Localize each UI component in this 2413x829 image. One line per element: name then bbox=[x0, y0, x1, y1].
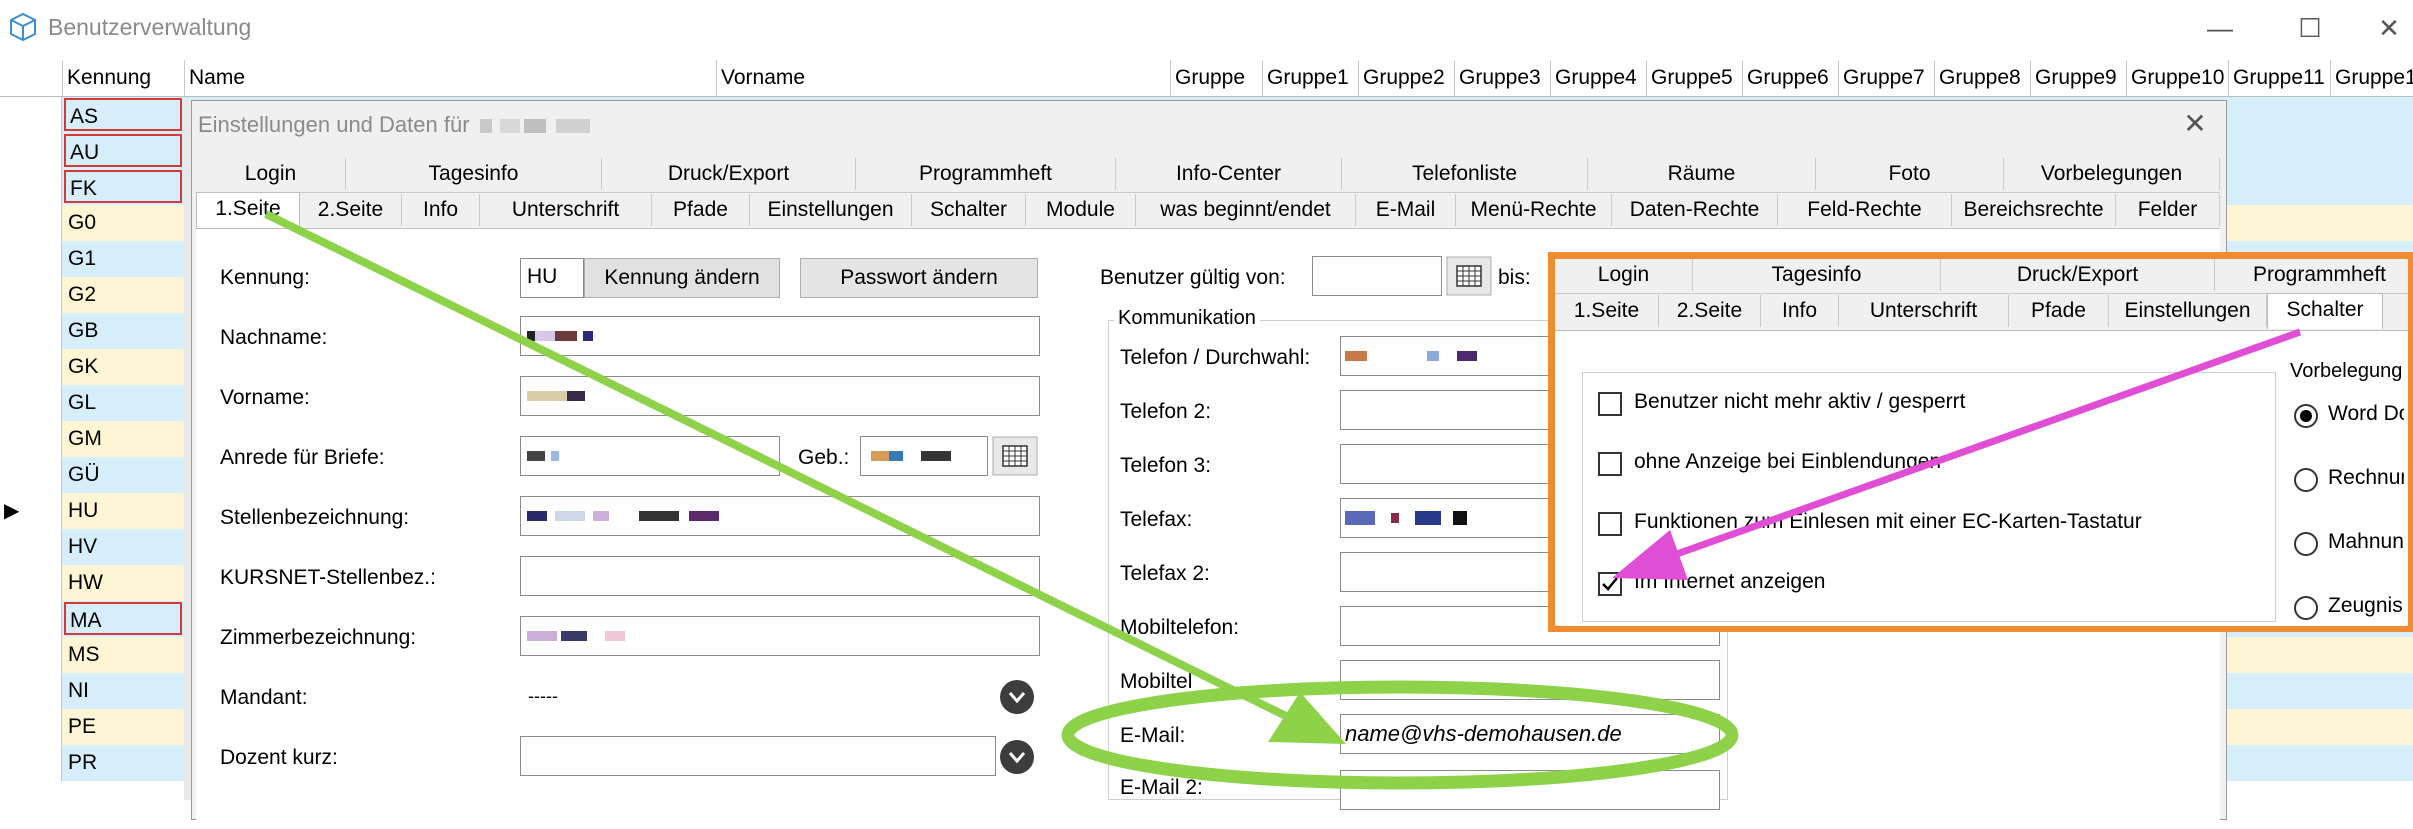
annotation-layer bbox=[264, 210, 2302, 790]
green-arrow-line bbox=[264, 210, 1292, 722]
email-highlight-ellipse bbox=[1061, 680, 1739, 790]
green-arrow-head bbox=[1268, 692, 1346, 744]
magenta-arrow-head bbox=[1612, 530, 1688, 580]
magenta-arrow-line bbox=[1658, 328, 2302, 564]
